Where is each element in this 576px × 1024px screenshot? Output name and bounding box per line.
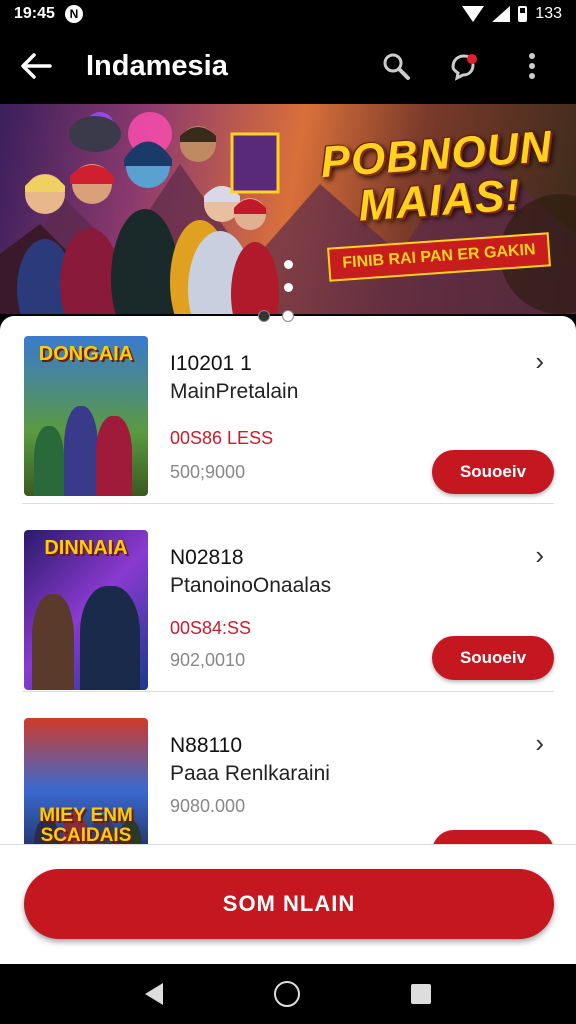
status-bar: 19:45 N 133 (0, 0, 576, 28)
system-nav-bar (0, 964, 576, 1024)
carousel-indicator (258, 310, 294, 322)
battery-icon (518, 6, 528, 22)
thumb-title: DONGAIA (38, 343, 134, 365)
product-code: N88110 (170, 734, 243, 757)
carousel-dot-active[interactable] (258, 310, 270, 322)
product-name: PtanoinoOnaalas (170, 574, 332, 597)
list-item[interactable]: DONGAIA I10201 1 MainPretalain 00S86 LES… (22, 316, 554, 504)
chevron-right-icon[interactable]: › (535, 346, 544, 377)
product-thumbnail: MIEY ENM SCAIDAIS (24, 718, 148, 844)
thumb-figure (32, 594, 74, 690)
chevron-right-icon[interactable]: › (535, 728, 544, 759)
nav-home-icon[interactable] (273, 981, 300, 1007)
battery-text: 133 (535, 5, 562, 22)
back-button[interactable] (0, 28, 72, 104)
buy-button[interactable]: Souoeiv (432, 636, 554, 680)
nav-recents-icon[interactable] (410, 984, 431, 1004)
product-sub: 500;9000 (170, 462, 246, 482)
product-thumbnail: DINNAIA (24, 530, 148, 690)
nav-back-icon[interactable] (145, 983, 164, 1005)
banner-title: POBNOUN MAIAS! (315, 122, 561, 233)
thumb-figure (64, 406, 98, 496)
thumb-title: DINNAIA (44, 537, 128, 559)
more-button[interactable] (498, 28, 566, 104)
carousel-dot[interactable] (282, 310, 294, 322)
thumb-title: MIEY ENM SCAIDAIS (39, 805, 133, 845)
status-time: 19:45 (14, 5, 55, 22)
buy-button[interactable]: Souoeiv (432, 450, 554, 494)
product-price: 00S84:SS (170, 618, 252, 638)
list-item[interactable]: DINNAIA N02818 PtanoinoOnaalas 00S84:SS … (22, 504, 554, 692)
product-name: Paaa Renlkaraini (170, 762, 330, 785)
thumb-figure (34, 426, 64, 496)
search-icon (383, 53, 410, 80)
chevron-right-icon[interactable]: › (535, 540, 544, 571)
carousel-dot[interactable] (284, 283, 293, 292)
product-code: N02818 (170, 546, 244, 569)
product-code: I10201 1 (170, 352, 252, 375)
product-sub: 9080.000 (170, 796, 246, 816)
arrow-left-icon (21, 53, 52, 79)
notification-button[interactable] (430, 28, 498, 104)
signal-icon (492, 6, 511, 22)
status-right: 133 (462, 5, 562, 23)
bottom-bar: SOM NLAIN (0, 844, 576, 964)
notification-icon (451, 54, 477, 81)
product-thumbnail: DONGAIA (24, 336, 148, 496)
search-button[interactable] (362, 28, 430, 104)
thumb-figure (80, 586, 140, 690)
product-list: DONGAIA I10201 1 MainPretalain 00S86 LES… (0, 316, 576, 844)
more-vert-icon (529, 53, 535, 79)
carousel-dot[interactable] (284, 260, 293, 269)
product-price: 00S86 LESS (170, 428, 274, 448)
thumb-figure (96, 416, 132, 496)
product-name: MainPretalain (170, 380, 299, 403)
banner-dots-vertical (284, 260, 293, 292)
app-bar: Indamesia (0, 28, 576, 104)
page-title: Indamesia (86, 49, 228, 82)
promo-banner[interactable]: POBNOUN MAIAS! FINIB RAI PAN ER GAKIN (0, 104, 576, 314)
buy-button[interactable] (432, 830, 554, 844)
primary-action-button[interactable]: SOM NLAIN (24, 869, 554, 939)
wifi-icon (462, 6, 485, 22)
product-sub: 902,0010 (170, 650, 246, 670)
app-bar-actions (362, 28, 566, 104)
list-item[interactable]: MIEY ENM SCAIDAIS N88110 Paaa Renlkarain… (22, 692, 554, 844)
nfc-icon: N (64, 5, 83, 23)
